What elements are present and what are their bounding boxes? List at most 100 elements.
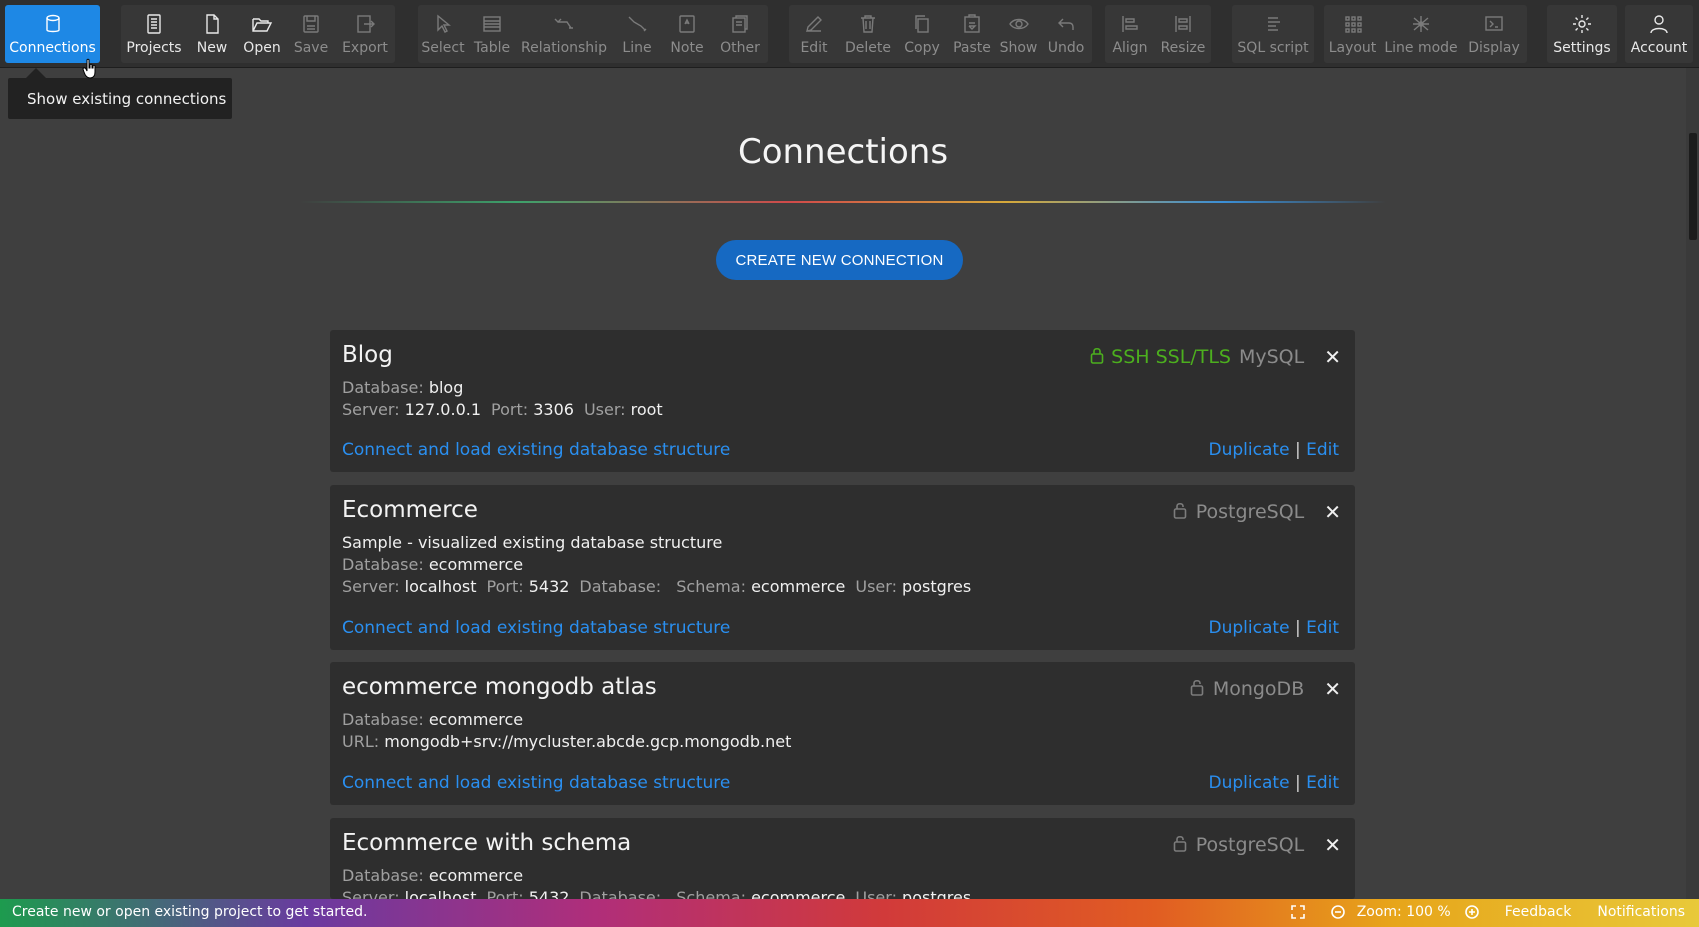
meta-value: ecommerce <box>428 866 524 885</box>
line-mode-button[interactable]: Line mode <box>1381 5 1461 63</box>
relationship-button[interactable]: Relationship <box>516 5 612 63</box>
toolbar-button-label: Settings <box>1553 40 1611 56</box>
connection-name: Ecommerce <box>342 497 478 523</box>
toolbar-button-label: Paste <box>953 40 991 56</box>
unlock-icon <box>1172 834 1188 857</box>
gear-icon <box>1570 12 1594 36</box>
zoom-out-icon[interactable] <box>1330 905 1345 919</box>
select-button[interactable]: Select <box>418 5 468 63</box>
feedback-link[interactable]: Feedback <box>1505 904 1572 920</box>
page-title: Connections <box>737 132 949 172</box>
projects-button[interactable]: Projects <box>121 5 187 63</box>
sql-script-icon <box>1261 12 1285 36</box>
delete-button[interactable]: Delete <box>839 5 897 63</box>
settings-button[interactable]: Settings <box>1547 5 1617 63</box>
toolbar-button-label: Line mode <box>1384 40 1458 56</box>
fullscreen-icon[interactable] <box>1290 905 1305 919</box>
toolbar-group: Layout Line mode Display <box>1324 5 1527 63</box>
display-button[interactable]: Display <box>1461 5 1527 63</box>
separator: | <box>1294 440 1301 460</box>
close-icon[interactable]: ✕ <box>1324 500 1341 524</box>
toolbar-button-label: Save <box>293 40 329 56</box>
duplicate-link[interactable]: Duplicate <box>1209 773 1290 793</box>
card-actions: Duplicate | Edit <box>1209 773 1339 793</box>
duplicate-link[interactable]: Duplicate <box>1209 618 1290 638</box>
line-icon <box>625 12 649 36</box>
toolbar-button-label: Show <box>999 40 1038 56</box>
connection-meta-line: Database: ecommerce <box>342 555 533 574</box>
close-icon[interactable]: ✕ <box>1324 345 1341 369</box>
connection-card: Ecommerce PostgreSQL ✕ Sample - visualiz… <box>330 485 1355 650</box>
status-bar: Create new or open existing project to g… <box>0 899 1699 927</box>
connection-card: ecommerce mongodb atlas MongoDB ✕ Databa… <box>330 662 1355 805</box>
zoom-in-icon[interactable] <box>1464 905 1479 919</box>
new-file-icon <box>200 12 224 36</box>
connect-load-link[interactable]: Connect and load existing database struc… <box>342 773 730 793</box>
database-icon <box>41 12 65 36</box>
card-actions: Duplicate | Edit <box>1209 440 1339 460</box>
meta-value: 3306 <box>533 400 574 419</box>
account-button[interactable]: Account <box>1625 5 1693 63</box>
projects-icon <box>142 12 166 36</box>
undo-button[interactable]: Undo <box>1040 5 1092 63</box>
separator: | <box>1294 773 1301 793</box>
edit-link[interactable]: Edit <box>1306 773 1339 793</box>
connect-load-link[interactable]: Connect and load existing database struc… <box>342 618 730 638</box>
connection-meta-line: Database: ecommerce <box>342 866 533 885</box>
line-button[interactable]: Line <box>612 5 662 63</box>
meta-key: User: <box>855 577 897 596</box>
ssl-badge: SSH SSL/TLS <box>1111 346 1231 368</box>
resize-button[interactable]: Resize <box>1155 5 1211 63</box>
align-button[interactable]: Align <box>1105 5 1155 63</box>
toolbar-button-label: Other <box>720 40 760 56</box>
open-button[interactable]: Open <box>237 5 287 63</box>
line-mode-icon <box>1409 12 1433 36</box>
note-button[interactable]: Note <box>662 5 712 63</box>
connections-tooltip: Show existing connections <box>8 78 232 119</box>
other-button[interactable]: Other <box>712 5 768 63</box>
toolbar-button-label: Edit <box>800 40 828 56</box>
copy-button[interactable]: Copy <box>897 5 947 63</box>
connections-button[interactable]: Connections <box>5 5 100 63</box>
toolbar-button-label: Note <box>670 40 704 56</box>
cursor-arrow-icon <box>431 12 455 36</box>
save-icon <box>299 12 323 36</box>
layout-button[interactable]: Layout <box>1324 5 1381 63</box>
new-button[interactable]: New <box>187 5 237 63</box>
edit-button[interactable]: Edit <box>789 5 839 63</box>
connect-load-link[interactable]: Connect and load existing database struc… <box>342 440 730 460</box>
toolbar-button-label: Align <box>1112 40 1148 56</box>
duplicate-link[interactable]: Duplicate <box>1209 440 1290 460</box>
sql-script-button[interactable]: SQL script <box>1232 5 1314 63</box>
notifications-link[interactable]: Notifications <box>1597 904 1685 920</box>
meta-value: ecommerce <box>428 555 524 574</box>
db-type-label: PostgreSQL <box>1195 834 1305 856</box>
table-button[interactable]: Table <box>468 5 516 63</box>
unlock-icon <box>1172 501 1188 524</box>
pencil-icon <box>802 12 826 36</box>
meta-value: ecommerce <box>428 710 524 729</box>
paste-button[interactable]: Paste <box>947 5 997 63</box>
export-button[interactable]: Export <box>335 5 395 63</box>
meta-value: postgres <box>902 577 972 596</box>
scrollbar-thumb[interactable] <box>1689 133 1697 240</box>
user-icon <box>1647 12 1671 36</box>
close-icon[interactable]: ✕ <box>1324 833 1341 857</box>
close-icon[interactable]: ✕ <box>1324 677 1341 701</box>
show-button[interactable]: Show <box>997 5 1040 63</box>
meta-key: Port: <box>486 577 524 596</box>
db-type-label: MySQL <box>1238 346 1305 368</box>
edit-link[interactable]: Edit <box>1306 618 1339 638</box>
display-icon <box>1482 12 1506 36</box>
save-button[interactable]: Save <box>287 5 335 63</box>
other-icon <box>728 12 752 36</box>
create-new-connection-button[interactable]: CREATE NEW CONNECTION <box>716 240 963 280</box>
toolbar-button-label: Account <box>1630 40 1688 56</box>
relationship-icon <box>552 12 576 36</box>
toolbar-button-label: Line <box>622 40 652 56</box>
edit-link[interactable]: Edit <box>1306 440 1339 460</box>
toolbar-group: Select Table Relationship Line Note Other <box>418 5 768 63</box>
toolbar-button-label: Export <box>342 40 388 56</box>
meta-key: Database: <box>342 866 424 885</box>
toolbar-button-label: Copy <box>904 40 940 56</box>
